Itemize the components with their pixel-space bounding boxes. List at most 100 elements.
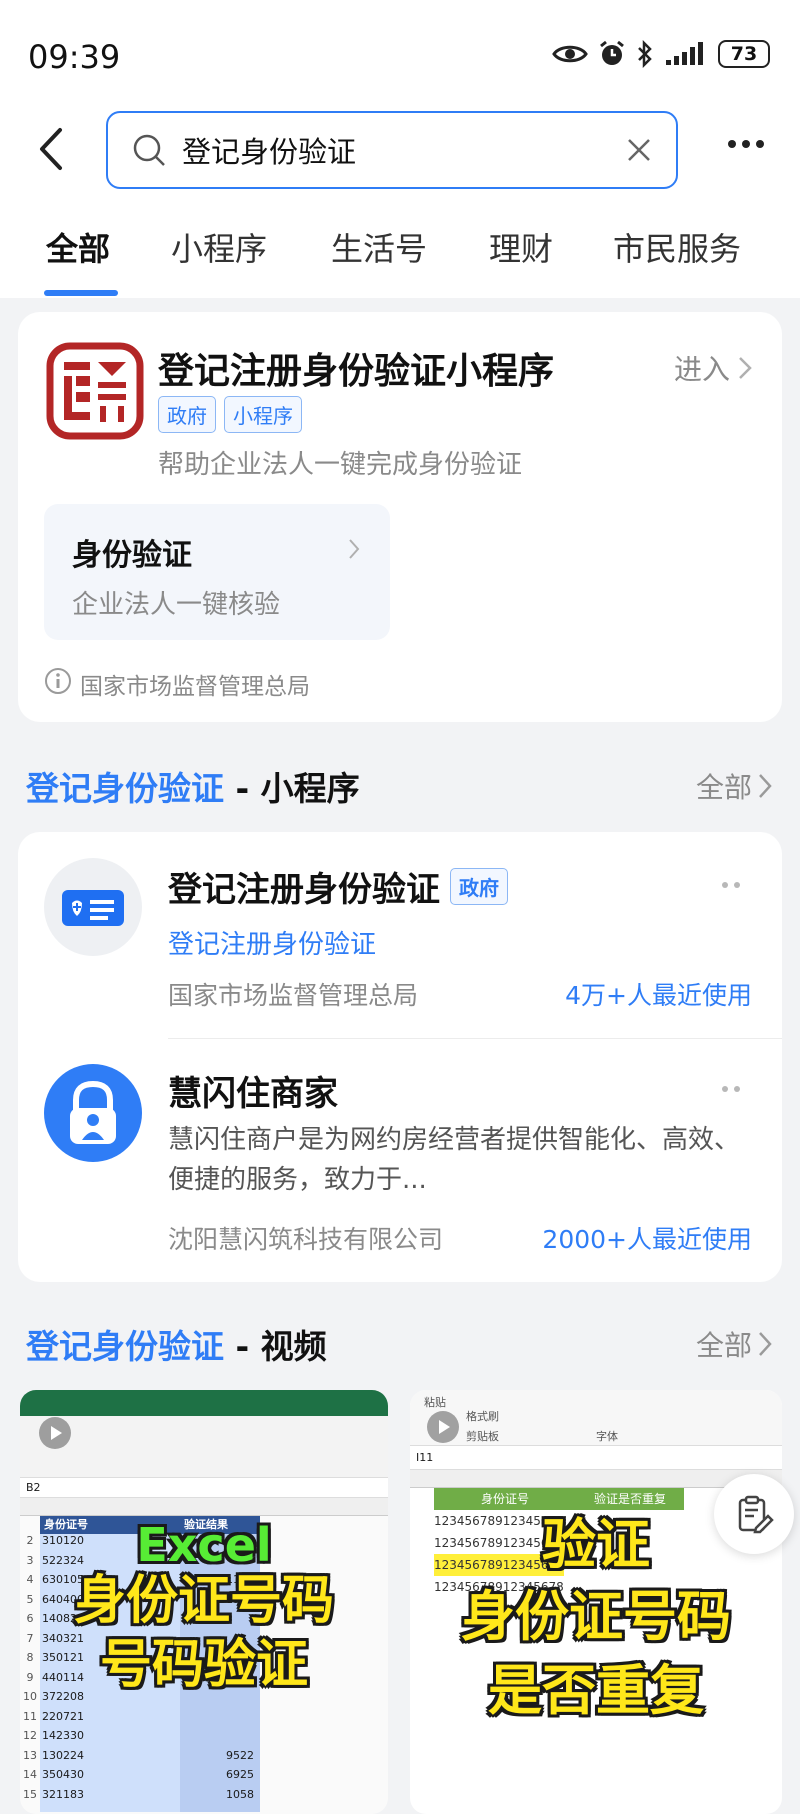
excel-row-number: 12: [23, 1729, 37, 1742]
enter-button[interactable]: 进入: [674, 348, 752, 388]
top-bar-area: 09:39 73 登记身份验证 全部 小程序 生活号 理财 市民服务: [0, 0, 800, 298]
identity-verification-shortcut[interactable]: 身份验证 企业法人一键核验: [44, 504, 390, 640]
chevron-right-icon: [759, 1332, 772, 1356]
excel-ribbon-tabs: [20, 1390, 388, 1416]
clear-icon[interactable]: [626, 137, 652, 163]
section-suffix: - 小程序: [224, 769, 360, 808]
excel-row-number: 15: [23, 1787, 37, 1801]
shortcut-subtitle: 企业法人一键核验: [72, 590, 281, 620]
excel-cell-a: 130224: [42, 1748, 84, 1762]
chevron-right-icon: [759, 774, 772, 798]
status-icons: 73: [552, 40, 770, 68]
enter-label: 进入: [673, 353, 730, 386]
tag-miniprogram: 小程序: [224, 396, 302, 433]
top-result-card[interactable]: 登记注册身份验证小程序 进入 政府 小程序 帮助企业法人一键完成身份验证 身份验…: [18, 312, 782, 722]
category-tabs: 全部 小程序 生活号 理财 市民服务: [0, 224, 800, 284]
subtitle-prefix: 登记注册: [168, 930, 273, 960]
provider-label: 国家市场监督管理总局: [80, 674, 310, 700]
tag-government: 政府: [450, 868, 508, 905]
excel-row-number: 14: [23, 1768, 37, 1781]
battery-indicator: 73: [718, 40, 770, 68]
format-painter-label: 格式刷: [466, 1410, 499, 1423]
active-tab-indicator: [44, 290, 118, 296]
alarm-icon: [600, 40, 624, 65]
tab-all[interactable]: 全部: [46, 224, 110, 270]
section-highlight: 登记身份验证: [26, 769, 224, 808]
video-caption-line-1: 身份证号码: [73, 1571, 334, 1631]
excel-cell-a: 220721: [42, 1709, 84, 1723]
item-usage: 4万+人最近使用: [565, 981, 752, 1010]
video-thumbnail-excel[interactable]: B2 身份证号 验证结果 2 310120 3 522324 4 630105 1193 5 6…: [20, 1390, 388, 1814]
video-caption-line-3: 是否重复: [488, 1659, 704, 1722]
back-arrow-icon[interactable]: [36, 126, 66, 172]
tab-citizen-services[interactable]: 市民服务: [613, 224, 741, 270]
more-options-icon[interactable]: [728, 140, 764, 148]
play-icon: [39, 1417, 71, 1449]
video-caption-line-2: 号码验证: [99, 1635, 308, 1695]
item-description: 慧闪住商户是为网约房经营者提供智能化、高效、便捷的服务，致力于...: [168, 1125, 741, 1195]
item-title: 慧闪住商家: [168, 1074, 338, 1114]
item-subtitle: 登记注册身份验证: [168, 924, 376, 961]
item-more-icon[interactable]: [722, 1086, 740, 1092]
excel-cell-b: 6925: [226, 1768, 254, 1781]
video-thumbnail-duplicate-check[interactable]: 粘贴 格式刷 剪贴板 字体 I11 身份证号 验证是否重复 1234567891…: [410, 1390, 782, 1814]
excel-header-a: 身份证号: [434, 1488, 576, 1510]
excel-row-number: 13: [23, 1748, 37, 1762]
search-icon: [133, 134, 165, 166]
top-result-title: 登记注册身份验证小程序: [158, 351, 555, 392]
clipboard-edit-icon: [738, 1495, 774, 1534]
miniprogram-section-title: 登记身份验证 - 小程序: [26, 762, 360, 810]
shortcut-title: 身份验证: [72, 538, 192, 573]
video-caption-line-2: 身份证号码: [461, 1585, 731, 1648]
excel-cell-a: 350430: [42, 1768, 84, 1781]
item-org: 沈阳慧闪筑科技有限公司: [168, 1225, 444, 1254]
section-highlight: 登记身份验证: [26, 1327, 224, 1366]
miniprogram-list: 登记注册身份验证 政府 登记注册身份验证 国家市场监督管理总局 4万+人最近使用…: [18, 832, 782, 1282]
info-icon: [45, 668, 71, 694]
seal-logo-icon: [46, 342, 144, 440]
video-section-title: 登记身份验证 - 视频: [26, 1320, 327, 1368]
chevron-right-icon: [349, 539, 360, 559]
excel-row-number: 11: [23, 1709, 37, 1723]
tag-row: 政府 小程序: [158, 396, 302, 433]
search-bar[interactable]: 登记身份验证: [106, 111, 678, 189]
list-item[interactable]: 登记注册身份验证 政府 登记注册身份验证 国家市场监督管理总局 4万+人最近使用: [18, 832, 782, 1036]
excel-cell-b: 1058: [226, 1787, 254, 1801]
excel-toolbar: [20, 1416, 388, 1478]
see-all-label: 全部: [695, 1329, 752, 1362]
excel-cell-a: 321183: [42, 1787, 84, 1801]
excel-cell-ref: I11: [410, 1446, 782, 1470]
excel-cell-a: 142330: [42, 1729, 84, 1742]
font-label: 字体: [596, 1430, 618, 1443]
floating-feedback-button[interactable]: [714, 1474, 794, 1554]
video-see-all[interactable]: 全部: [696, 1324, 772, 1364]
excel-header-b: 验证是否重复: [576, 1488, 684, 1510]
tag-government: 政府: [158, 396, 216, 433]
status-time: 09:39: [28, 38, 121, 76]
video-caption-top: Excel: [136, 1518, 272, 1572]
lock-person-icon: [44, 1064, 142, 1162]
search-input[interactable]: 登记身份验证: [182, 129, 626, 171]
item-more-icon[interactable]: [722, 882, 740, 888]
item-usage: 2000+人最近使用: [542, 1225, 752, 1254]
list-item[interactable]: 慧闪住商家 慧闪住商户是为网约房经营者提供智能化、高效、便捷的服务，致力于...…: [18, 1040, 782, 1282]
id-card-icon: [44, 858, 142, 956]
paste-label: 粘贴: [424, 1396, 446, 1409]
excel-column-header: [20, 1498, 388, 1516]
miniprogram-see-all[interactable]: 全部: [696, 766, 772, 806]
bluetooth-icon: [638, 40, 652, 68]
excel-cell-b: 9522: [226, 1748, 254, 1762]
item-title: 登记注册身份验证: [168, 870, 440, 910]
excel-cell-ref: B2: [20, 1478, 388, 1498]
subtitle-highlight: 身份验证: [272, 930, 377, 960]
divider: [168, 1038, 782, 1039]
chevron-right-icon: [739, 357, 752, 379]
tab-miniprogram[interactable]: 小程序: [171, 224, 267, 270]
section-suffix: - 视频: [224, 1327, 327, 1366]
tab-life[interactable]: 生活号: [331, 224, 427, 270]
play-icon: [427, 1411, 459, 1443]
eye-icon: [552, 45, 588, 63]
clipboard-label: 剪贴板: [466, 1430, 499, 1443]
top-result-description: 帮助企业法人一键完成身份验证: [158, 450, 523, 480]
tab-finance[interactable]: 理财: [489, 224, 553, 270]
